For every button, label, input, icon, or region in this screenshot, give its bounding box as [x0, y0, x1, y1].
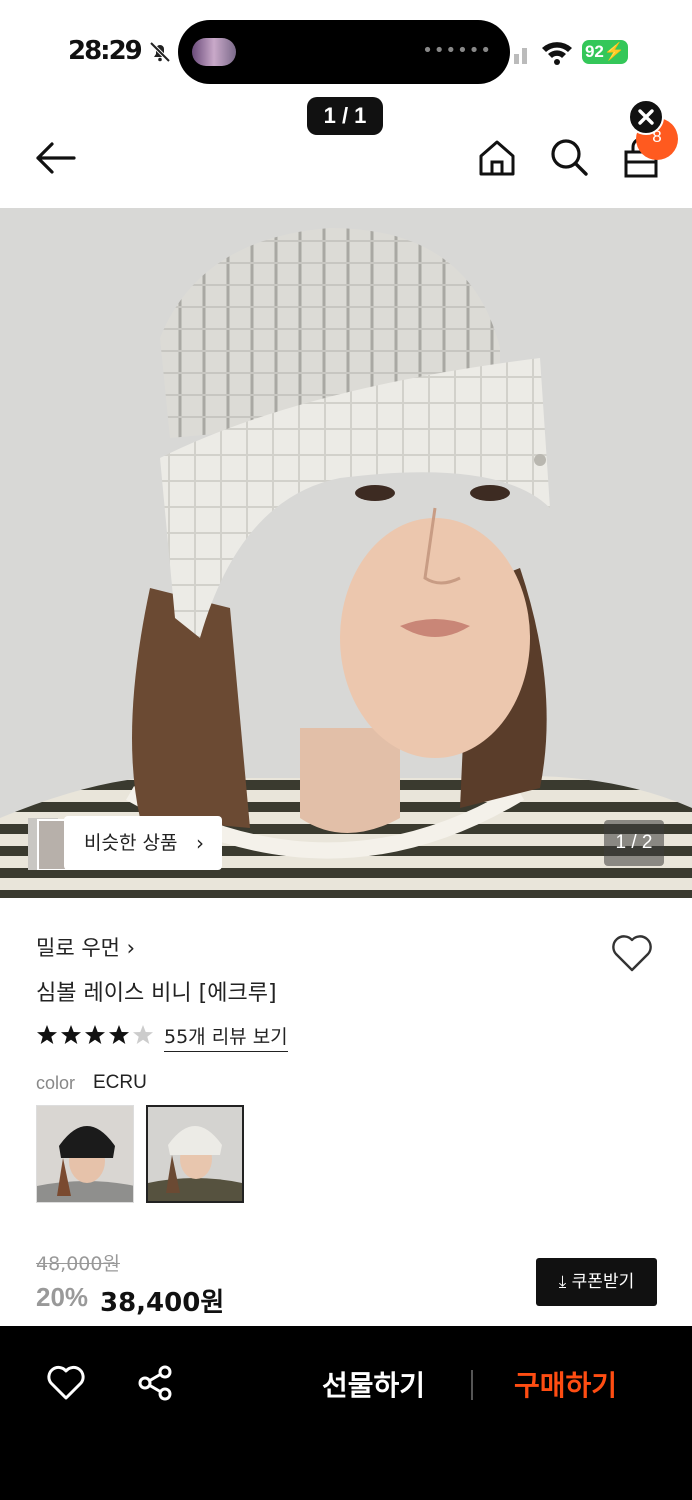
coupon-button[interactable]: ⤓ 쿠폰받기: [536, 1258, 657, 1306]
buy-button[interactable]: 구매하기: [514, 1364, 617, 1404]
dynamic-island: ••••••: [178, 20, 510, 84]
chevron-right-icon: ›: [126, 936, 136, 960]
battery-level: 92: [584, 42, 604, 61]
product-image[interactable]: [0, 208, 692, 898]
similar-products-label: 비슷한 상품 ›: [64, 816, 222, 870]
signal-icon: [514, 48, 527, 64]
swatch-black-image: [37, 1106, 133, 1202]
brand-link[interactable]: 밀로 우먼 ›: [36, 932, 135, 962]
color-swatch-ecru[interactable]: [146, 1105, 244, 1203]
battery-indicator: 92⚡: [582, 40, 628, 64]
status-time: 28:29: [68, 36, 143, 66]
color-swatch-black[interactable]: [36, 1105, 134, 1203]
header: [0, 100, 692, 208]
similar-products-button[interactable]: 비슷한 상품 ›: [28, 816, 222, 870]
discount-rate: 20%: [36, 1282, 89, 1312]
color-value: ECRU: [93, 1072, 147, 1093]
heart-icon[interactable]: [610, 932, 654, 974]
now-playing-thumb: [192, 38, 236, 66]
final-price: 38,400원: [100, 1288, 225, 1318]
star-rating: [37, 1025, 153, 1044]
gift-button[interactable]: 선물하기: [322, 1364, 425, 1404]
similar-products-text: 비슷한 상품: [84, 832, 178, 854]
share-icon[interactable]: [136, 1364, 174, 1402]
similar-thumbnails: [28, 818, 68, 870]
heart-icon[interactable]: [46, 1364, 86, 1402]
coupon-label: 쿠폰받기: [571, 1272, 635, 1292]
silent-bell-icon: [149, 41, 171, 63]
image-counter: 1 / 2: [604, 820, 664, 866]
home-icon[interactable]: [476, 138, 518, 178]
search-icon[interactable]: [548, 136, 590, 178]
back-icon[interactable]: [30, 138, 80, 178]
review-link[interactable]: 55개 리뷰 보기: [164, 1022, 288, 1052]
brand-name: 밀로 우먼: [36, 936, 120, 960]
bottom-action-bar: 선물하기 구매하기: [0, 1326, 692, 1500]
close-icon[interactable]: [628, 99, 664, 135]
color-label: color: [36, 1073, 76, 1093]
audio-wave-icon: ••••••: [422, 40, 492, 61]
original-price: 48,000원: [36, 1253, 120, 1275]
download-icon: ⤓: [558, 1272, 572, 1292]
status-bar: 28:29 •••••• 92⚡: [0, 0, 692, 100]
swatch-ecru-image: [148, 1107, 242, 1201]
chevron-right-icon: ›: [196, 831, 204, 855]
divider: [471, 1370, 473, 1400]
wifi-icon: [542, 42, 572, 65]
product-name: 심볼 레이스 비니 [에크루]: [36, 981, 277, 1006]
product-photo: [0, 208, 692, 898]
